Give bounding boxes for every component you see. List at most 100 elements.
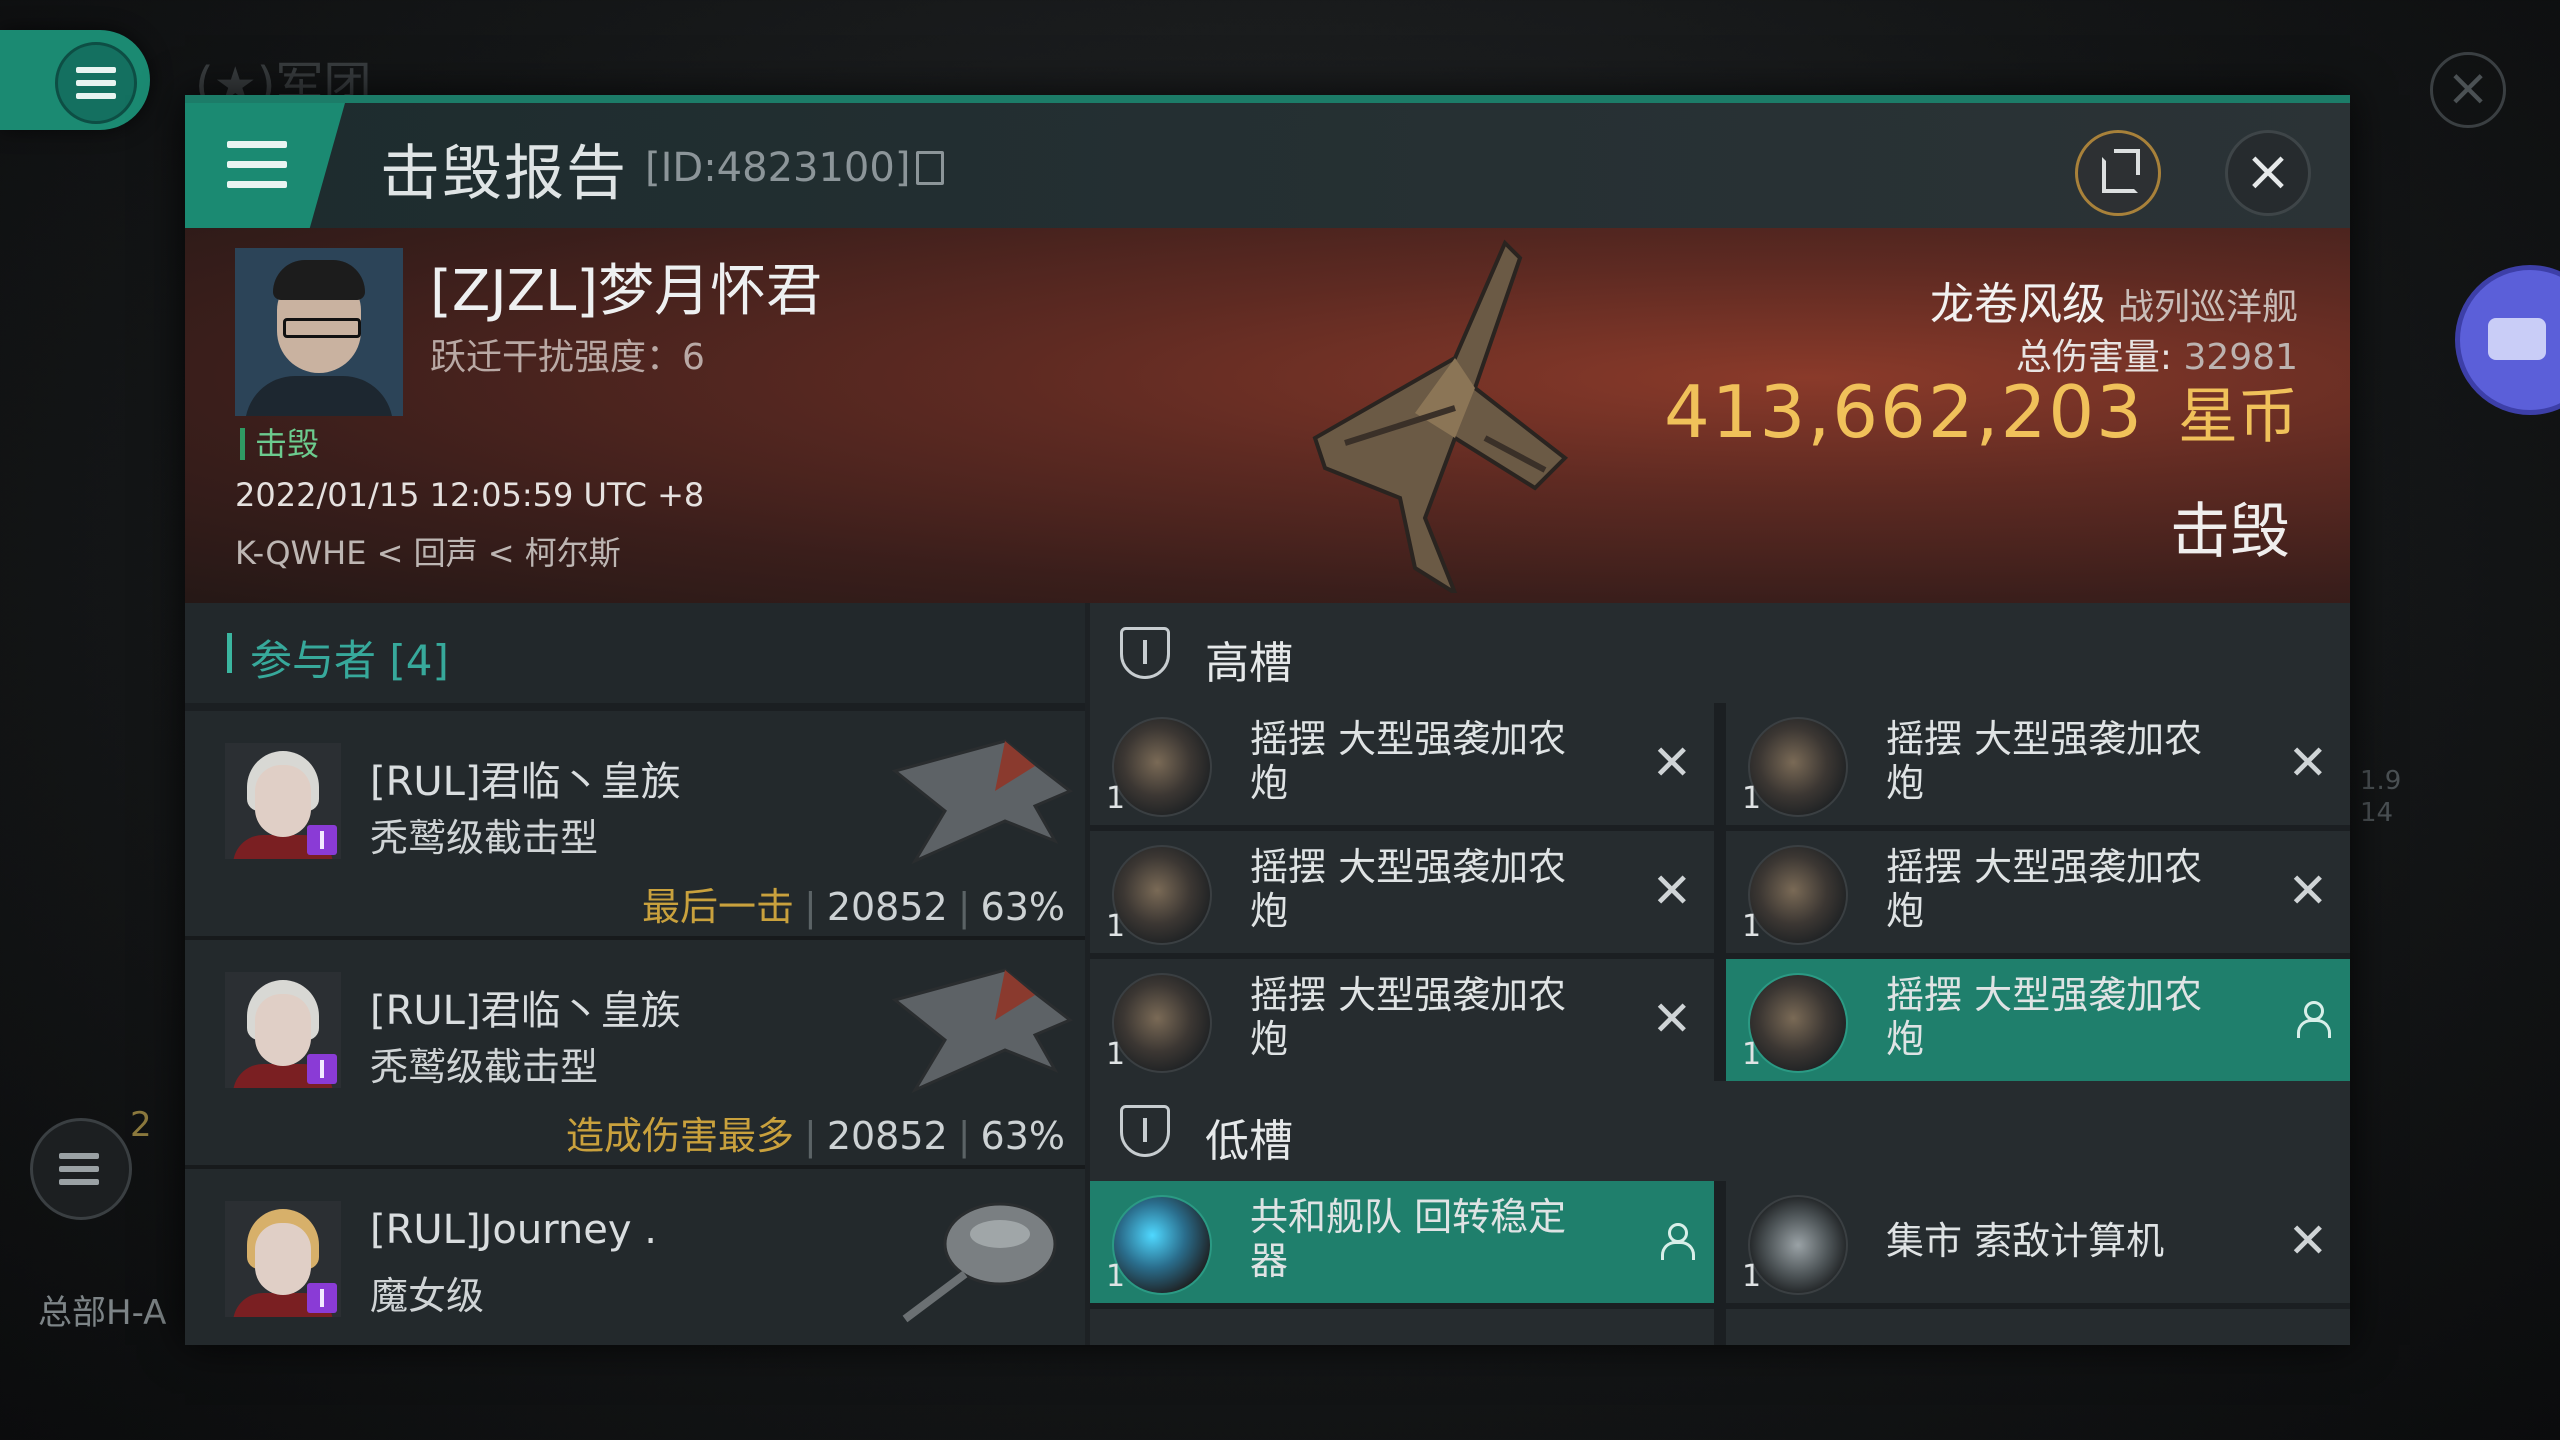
participant-name: [RUL]君临丶皇族 (370, 988, 681, 1034)
victim-ship-name[interactable]: 龙卷风级 战列巡洋舰 (1930, 268, 2298, 332)
pilot-badge-icon (307, 1054, 337, 1084)
panel-menu-button[interactable] (185, 103, 345, 228)
hq-label: 总部H-A (38, 1293, 167, 1333)
participant-name: [RUL]君临丶皇族 (370, 759, 681, 805)
victim-ship-class: 战列巡洋舰 (2117, 287, 2298, 328)
module-quantity: 1 (1742, 781, 1762, 816)
victim-ship-image (1312, 239, 1569, 593)
autocannon-icon (1112, 717, 1212, 817)
panel-header: 击毁报告 [ID:4823100] × (185, 103, 2350, 228)
participant-ship-image (891, 739, 1073, 865)
destroyed-icon: ✕ (2287, 863, 2328, 919)
participant-row[interactable]: [RUL]Journey . 魔女级 (185, 1169, 1085, 1345)
autocannon-icon (1748, 717, 1848, 817)
victim-name[interactable]: [ZJZL]梦月怀君 (430, 246, 822, 327)
autocannon-icon (1112, 845, 1212, 945)
hamburger-icon (55, 42, 137, 124)
participant-ship: 秃鹫级截击型 (370, 816, 599, 860)
module-item[interactable]: 1 摇摆 大型强袭加农炮 ✕ (1090, 703, 1714, 825)
module-name: 摇摆 大型强袭加农炮 (1250, 845, 1567, 933)
module-name: 摇摆 大型强袭加农炮 (1250, 973, 1567, 1061)
module-name: 共和舰队 回转稳定器 (1250, 1195, 1567, 1283)
participant-stats: 造成伤害最多 | 20852 | 63% (566, 1114, 1065, 1158)
close-button[interactable]: × (2225, 130, 2311, 216)
share-button[interactable] (2075, 130, 2161, 216)
pilot-badge-icon (307, 825, 337, 855)
pilot-badge-icon (307, 1283, 337, 1313)
module-name: 摇摆 大型强袭加农炮 (1886, 973, 2203, 1061)
killmail-id-text: [ID:4823100] (645, 145, 911, 191)
panel-accent-line (185, 95, 2350, 103)
fitting-panel: 高槽 1 摇摆 大型强袭加农炮 ✕ 1 摇摆 大型强袭加农炮 ✕ 1 摇摆 大型… (1090, 603, 2350, 1345)
high-slot-header: 高槽 (1090, 603, 2350, 703)
camera-button[interactable] (2455, 265, 2560, 415)
victim-banner: [ZJZL]梦月怀君 跃迁干扰强度：6 击毁 2022/01/15 12:05:… (185, 228, 2350, 603)
module-item-partial[interactable] (1726, 1309, 2350, 1345)
participant-stats: 最后一击 | 20852 | 63% (642, 885, 1065, 929)
low-slot-header: 低槽 (1090, 1081, 2350, 1181)
background-numbers: 1.9 14 (2360, 766, 2402, 828)
participant-ship: 魔女级 (370, 1274, 485, 1318)
isk-value: 413,662,203 星币 (1663, 370, 2298, 454)
low-slot-label: 低槽 (1205, 1116, 1293, 1167)
participant-avatar (225, 972, 341, 1088)
module-item[interactable]: 1 摇摆 大型强袭加农炮 ✕ (1726, 831, 2350, 953)
module-name: 摇摆 大型强袭加农炮 (1886, 717, 2203, 805)
killmail-panel: 击毁报告 [ID:4823100] × [ZJZL]梦月怀君 跃迁干扰强度：6 … (185, 95, 2350, 1345)
destroyed-icon: ✕ (1651, 991, 1692, 1047)
autocannon-icon (1112, 973, 1212, 1073)
tracking-computer-icon (1748, 1195, 1848, 1295)
autocannon-icon (1748, 973, 1848, 1073)
kill-location[interactable]: K-QWHE < 回声 < 柯尔斯 (235, 528, 621, 574)
participants-header: 参与者 [4] (185, 603, 1085, 703)
module-quantity: 1 (1742, 1037, 1762, 1072)
module-item[interactable]: 1 摇摆 大型强袭加农炮 (1726, 959, 2350, 1081)
destroyed-icon: ✕ (1651, 863, 1692, 919)
destroyed-icon: ✕ (2287, 735, 2328, 791)
low-slot-icon (1120, 1105, 1170, 1157)
module-quantity: 1 (1106, 781, 1126, 816)
module-quantity: 1 (1106, 1037, 1126, 1072)
module-item[interactable]: 1 共和舰队 回转稳定器 (1090, 1181, 1714, 1303)
module-item[interactable]: 1 摇摆 大型强袭加农炮 ✕ (1090, 831, 1714, 953)
gyrostabilizer-icon (1112, 1195, 1212, 1295)
copy-icon[interactable] (916, 151, 945, 185)
kill-timestamp: 2022/01/15 12:05:59 UTC +8 (235, 476, 705, 514)
background-close-icon[interactable]: × (2430, 52, 2506, 128)
module-quantity: 1 (1106, 1259, 1126, 1294)
module-item-partial[interactable] (1090, 1309, 1714, 1345)
participant-row[interactable]: [RUL]君临丶皇族 秃鹫级截击型 造成伤害最多 | 20852 | 63% (185, 940, 1085, 1169)
participant-ship-image (902, 1202, 1057, 1323)
module-item[interactable]: 1 摇摆 大型强袭加农炮 ✕ (1726, 703, 2350, 825)
module-item[interactable]: 1 集市 索敌计算机 ✕ (1726, 1181, 2350, 1303)
side-menu-button[interactable] (30, 1118, 132, 1220)
kill-result: 击毁 (2170, 497, 2290, 567)
dropped-pilot-icon (1658, 1221, 1695, 1261)
module-quantity: 1 (1106, 909, 1126, 944)
autocannon-icon (1748, 845, 1848, 945)
destroyed-icon: ✕ (1651, 735, 1692, 791)
module-item[interactable]: 1 摇摆 大型强袭加农炮 ✕ (1090, 959, 1714, 1081)
high-slot-label: 高槽 (1205, 638, 1293, 689)
destroyed-icon: ✕ (2287, 1213, 2328, 1269)
camera-icon (2488, 318, 2546, 360)
participants-panel: 参与者 [4] [RUL]君临丶皇族 秃鹫级截击型 最后一击 | 20852 | 63%… (185, 603, 1085, 1345)
module-quantity: 1 (1742, 1259, 1762, 1294)
participant-avatar (225, 743, 341, 859)
module-name: 摇摆 大型强袭加农炮 (1886, 845, 2203, 933)
participants-title: 参与者 [4] (250, 636, 449, 685)
page-title: 击毁报告 (380, 139, 628, 209)
high-slot-icon (1120, 627, 1170, 679)
participant-row[interactable]: [RUL]君临丶皇族 秃鹫级截击型 最后一击 | 20852 | 63% (185, 711, 1085, 940)
victim-avatar[interactable] (235, 248, 403, 416)
warp-disruption-strength: 跃迁干扰强度：6 (430, 337, 705, 378)
module-name: 摇摆 大型强袭加农炮 (1250, 717, 1567, 805)
main-menu-button[interactable] (0, 30, 150, 130)
module-quantity: 1 (1742, 909, 1762, 944)
notification-count: 2 (130, 1105, 152, 1145)
kill-status-tag: 击毁 (240, 428, 319, 460)
module-name: 集市 索敌计算机 (1886, 1219, 2165, 1263)
killmail-id[interactable]: [ID:4823100] (645, 145, 945, 191)
participant-ship-image (891, 968, 1073, 1094)
participant-avatar (225, 1201, 341, 1317)
